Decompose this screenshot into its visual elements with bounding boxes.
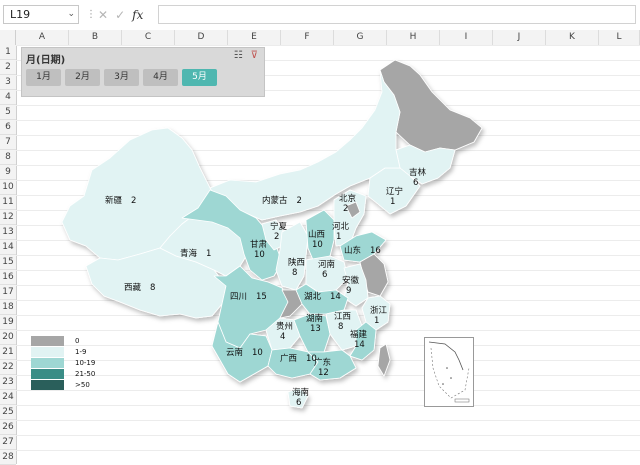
multi-select-icon[interactable]: ☷ xyxy=(234,50,243,61)
cancel-icon[interactable]: ✕ xyxy=(98,8,108,22)
row-header[interactable]: 26 xyxy=(0,420,16,435)
row-header[interactable]: 22 xyxy=(0,360,16,375)
row-header[interactable]: 6 xyxy=(0,120,16,135)
column-header[interactable]: F xyxy=(281,30,334,45)
legend-swatch xyxy=(31,358,64,368)
row-header[interactable]: 19 xyxy=(0,315,16,330)
formula-buttons: ✕ ✓ fx xyxy=(98,4,154,26)
row-header[interactable]: 12 xyxy=(0,210,16,225)
inset-coast xyxy=(428,341,464,371)
slicer-title: 月(日期) xyxy=(26,55,66,66)
legend-label: >50 xyxy=(75,381,90,389)
column-header[interactable]: J xyxy=(493,30,546,45)
inset-boundary xyxy=(430,347,470,399)
inset-scale xyxy=(454,398,470,403)
name-box-value: L19 xyxy=(10,8,31,21)
column-header[interactable]: K xyxy=(546,30,599,45)
column-header[interactable]: D xyxy=(175,30,228,45)
column-header[interactable]: I xyxy=(440,30,493,45)
row-header[interactable]: 4 xyxy=(0,90,16,105)
column-header[interactable]: B xyxy=(69,30,122,45)
inset-island xyxy=(446,367,448,369)
formula-bar: L19 ⌄ ⋮ ✕ ✓ fx xyxy=(0,0,640,31)
inset-island xyxy=(442,383,444,385)
chevron-down-icon[interactable]: ⌄ xyxy=(67,6,75,23)
legend-label: 21-50 xyxy=(75,370,96,378)
row-header[interactable]: 24 xyxy=(0,390,16,405)
inset-svg xyxy=(428,341,470,403)
slicer-button-month[interactable]: 4月 xyxy=(143,69,178,86)
slicer-button-month[interactable]: 2月 xyxy=(65,69,100,86)
slicer-button-month[interactable]: 1月 xyxy=(26,69,61,86)
row-header[interactable]: 2 xyxy=(0,60,16,75)
south-china-sea-inset xyxy=(424,337,474,407)
row-header[interactable]: 11 xyxy=(0,195,16,210)
column-header[interactable]: G xyxy=(334,30,387,45)
legend-swatch xyxy=(31,369,64,379)
row-header[interactable]: 20 xyxy=(0,330,16,345)
formula-input[interactable] xyxy=(158,5,636,24)
row-header[interactable]: 3 xyxy=(0,75,16,90)
row-header[interactable]: 1 xyxy=(0,45,16,60)
confirm-icon[interactable]: ✓ xyxy=(115,8,125,22)
column-header[interactable]: A xyxy=(16,30,69,45)
slicer-button-month[interactable]: 3月 xyxy=(104,69,139,86)
row-header[interactable]: 17 xyxy=(0,285,16,300)
column-header[interactable]: E xyxy=(228,30,281,45)
insert-function-icon[interactable]: fx xyxy=(132,8,143,22)
row-header[interactable]: 27 xyxy=(0,435,16,450)
column-header[interactable]: H xyxy=(387,30,440,45)
row-header[interactable]: 15 xyxy=(0,255,16,270)
row-header[interactable]: 28 xyxy=(0,450,16,465)
cell-grid[interactable] xyxy=(16,45,640,464)
row-header[interactable]: 14 xyxy=(0,240,16,255)
row-header[interactable]: 25 xyxy=(0,405,16,420)
slicer-button-month[interactable]: 5月 xyxy=(182,69,217,86)
legend-swatch xyxy=(31,347,64,357)
row-header[interactable]: 9 xyxy=(0,165,16,180)
row-header[interactable]: 18 xyxy=(0,300,16,315)
select-all-corner[interactable] xyxy=(0,30,16,45)
slicer-toolbar: ☷ ⊽ xyxy=(234,50,258,61)
row-header[interactable]: 7 xyxy=(0,135,16,150)
clear-filter-icon[interactable]: ⊽ xyxy=(251,50,258,61)
name-box[interactable]: L19 ⌄ xyxy=(3,5,79,24)
month-slicer: 月(日期) ☷ ⊽ 1月 2月 3月 4月 5月 xyxy=(21,47,265,97)
legend-label: 1-9 xyxy=(75,348,87,356)
column-header[interactable]: C xyxy=(122,30,175,45)
vertical-dots-icon[interactable]: ⋮ xyxy=(86,9,96,20)
column-headers: ABCDEFGHIJKL xyxy=(0,30,640,46)
row-headers: 1 2 3 4 5 6 7 8 9 10 11 12 13 14 15 16 17 18 19 20 21 22 23 24 2… xyxy=(0,45,17,465)
row-header[interactable]: 23 xyxy=(0,375,16,390)
row-header[interactable]: 8 xyxy=(0,150,16,165)
row-header[interactable]: 10 xyxy=(0,180,16,195)
legend-label: 10-19 xyxy=(75,359,96,367)
row-header[interactable]: 21 xyxy=(0,345,16,360)
row-header[interactable]: 13 xyxy=(0,225,16,240)
row-header[interactable]: 5 xyxy=(0,105,16,120)
legend-label: 0 xyxy=(75,337,80,345)
legend-swatch xyxy=(31,380,64,390)
legend-swatch xyxy=(31,336,64,346)
row-header[interactable]: 16 xyxy=(0,270,16,285)
column-header[interactable]: L xyxy=(599,30,640,45)
inset-island xyxy=(450,377,452,379)
